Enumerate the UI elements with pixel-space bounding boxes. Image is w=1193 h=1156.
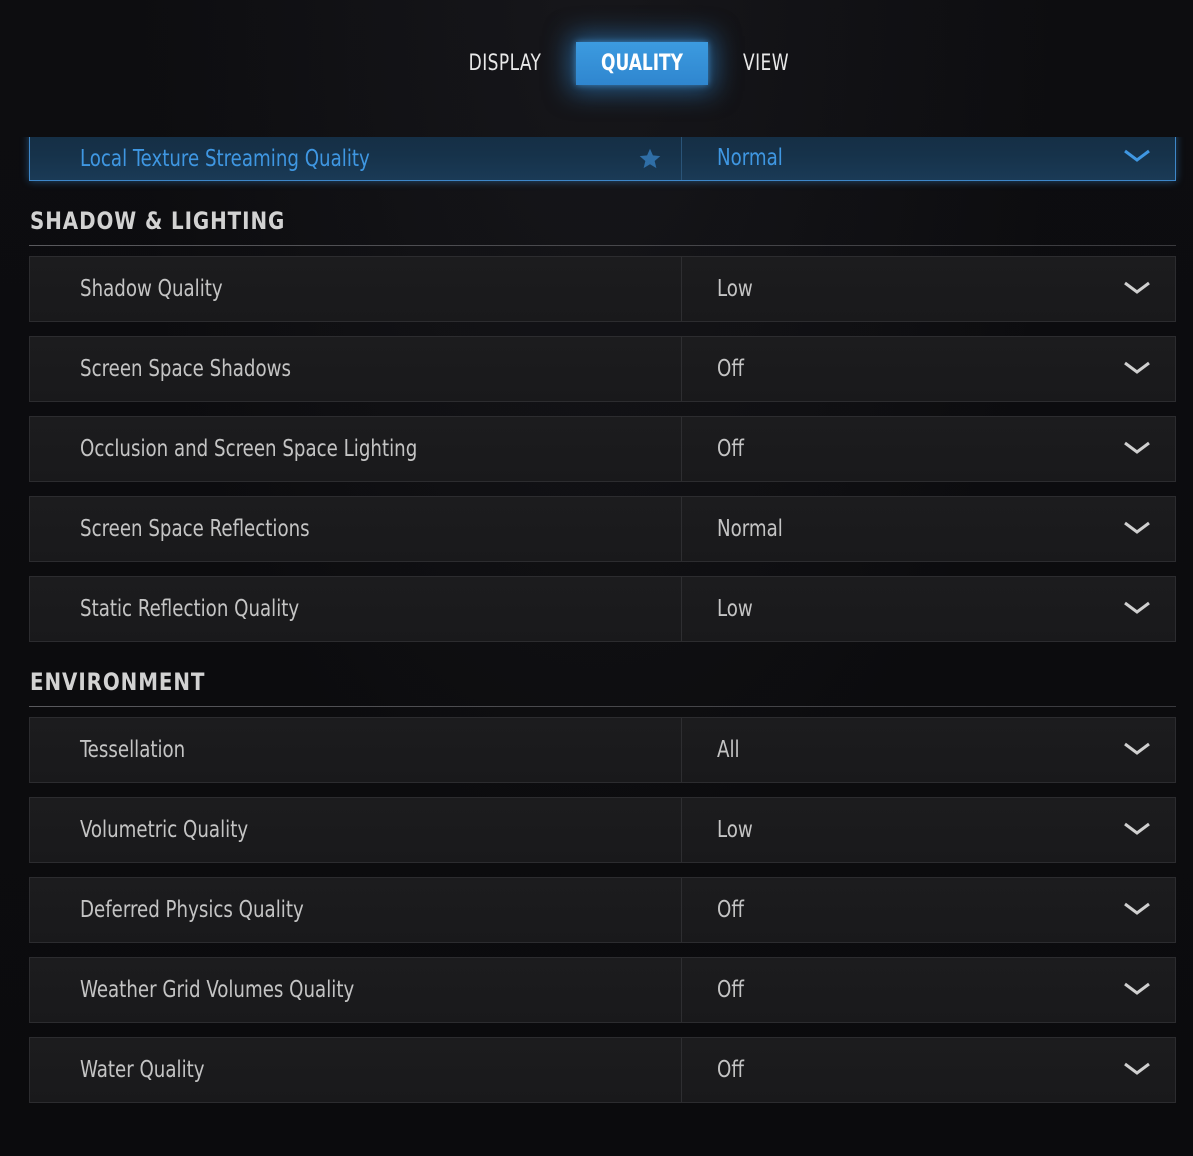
- chevron-down-icon: [1124, 1062, 1150, 1075]
- setting-value: Off: [717, 356, 744, 382]
- row-divider: [681, 798, 682, 862]
- setting-label: Screen Space Shadows: [80, 356, 291, 382]
- section-divider: [29, 706, 1176, 707]
- setting-label: Volumetric Quality: [80, 817, 249, 843]
- setting-label: Water Quality: [80, 1057, 205, 1083]
- star-icon: [639, 148, 661, 169]
- setting-value: Low: [717, 596, 753, 622]
- row-divider: [681, 137, 682, 180]
- section-divider: [29, 245, 1176, 246]
- section-title: SHADOW & LIGHTING: [30, 207, 286, 235]
- section-header-environment: ENVIRONMENT: [29, 668, 1176, 708]
- setting-label: Weather Grid Volumes Quality: [80, 977, 355, 1003]
- setting-value: Off: [717, 436, 744, 462]
- setting-value: Low: [717, 276, 753, 302]
- setting-label: Deferred Physics Quality: [80, 897, 304, 923]
- setting-value: Normal: [717, 516, 783, 542]
- setting-row-weather-grid-volumes-quality[interactable]: Weather Grid Volumes Quality Off: [29, 957, 1176, 1023]
- chevron-down-icon: [1124, 521, 1150, 534]
- setting-row-tessellation[interactable]: Tessellation All: [29, 717, 1176, 783]
- row-divider: [681, 417, 682, 481]
- setting-label: Local Texture Streaming Quality: [80, 146, 370, 172]
- row-divider: [681, 958, 682, 1022]
- chevron-down-icon: [1124, 742, 1150, 755]
- chevron-down-icon: [1124, 441, 1150, 454]
- setting-value: Normal: [717, 145, 783, 171]
- setting-label: Shadow Quality: [80, 276, 223, 302]
- row-divider: [681, 577, 682, 641]
- tab-display[interactable]: DISPLAY: [458, 42, 553, 86]
- section-title: ENVIRONMENT: [30, 668, 206, 696]
- setting-label: Screen Space Reflections: [80, 516, 310, 542]
- tab-view[interactable]: VIEW: [725, 42, 808, 86]
- row-divider: [681, 878, 682, 942]
- chevron-down-icon: [1124, 149, 1150, 162]
- setting-label: Tessellation: [80, 737, 186, 763]
- setting-value: All: [717, 737, 740, 763]
- tab-bar: DISPLAY QUALITY VIEW: [0, 24, 1193, 86]
- row-divider: [681, 337, 682, 401]
- chevron-down-icon: [1124, 281, 1150, 294]
- row-divider: [681, 257, 682, 321]
- setting-row-local-texture-streaming-quality[interactable]: Local Texture Streaming Quality Normal: [29, 137, 1176, 181]
- setting-row-screen-space-shadows[interactable]: Screen Space Shadows Off: [29, 336, 1176, 402]
- setting-label: Occlusion and Screen Space Lighting: [80, 436, 418, 462]
- chevron-down-icon: [1124, 822, 1150, 835]
- tab-quality[interactable]: QUALITY: [576, 42, 708, 85]
- chevron-down-icon: [1124, 982, 1150, 995]
- chevron-down-icon: [1124, 361, 1150, 374]
- setting-row-shadow-quality[interactable]: Shadow Quality Low: [29, 256, 1176, 322]
- setting-value: Off: [717, 977, 744, 1003]
- row-divider: [681, 718, 682, 782]
- setting-row-deferred-physics-quality[interactable]: Deferred Physics Quality Off: [29, 877, 1176, 943]
- setting-value: Low: [717, 817, 753, 843]
- setting-value: Off: [717, 1057, 744, 1083]
- row-divider: [681, 497, 682, 561]
- setting-label: Static Reflection Quality: [80, 596, 300, 622]
- row-divider: [681, 1038, 682, 1102]
- section-header-shadow-lighting: SHADOW & LIGHTING: [29, 207, 1176, 247]
- chevron-down-icon: [1124, 902, 1150, 915]
- setting-row-volumetric-quality[interactable]: Volumetric Quality Low: [29, 797, 1176, 863]
- settings-scroll-area[interactable]: Local Texture Streaming Quality Normal S…: [0, 137, 1193, 1137]
- setting-row-occlusion-screen-space-lighting[interactable]: Occlusion and Screen Space Lighting Off: [29, 416, 1176, 482]
- tab-quality-label: QUALITY: [601, 51, 683, 76]
- setting-row-screen-space-reflections[interactable]: Screen Space Reflections Normal: [29, 496, 1176, 562]
- setting-row-static-reflection-quality[interactable]: Static Reflection Quality Low: [29, 576, 1176, 642]
- chevron-down-icon: [1124, 601, 1150, 614]
- setting-value: Off: [717, 897, 744, 923]
- setting-row-water-quality[interactable]: Water Quality Off: [29, 1037, 1176, 1103]
